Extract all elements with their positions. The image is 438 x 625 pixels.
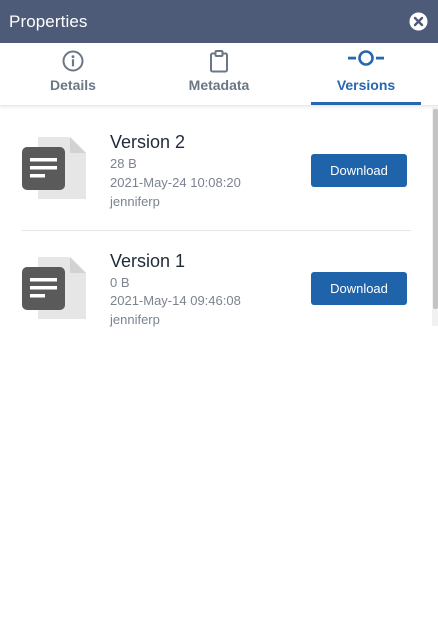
version-date: 2021-May-14 09:46:08	[110, 293, 241, 308]
text-file-icon	[22, 137, 86, 199]
tab-bar: Details Metadata Versions	[0, 43, 438, 106]
version-user: jenniferp	[110, 312, 160, 327]
title-bar: Properties	[0, 0, 438, 43]
version-size: 0 B	[110, 275, 130, 290]
download-button[interactable]: Download	[311, 272, 407, 305]
text-file-icon	[22, 257, 86, 319]
version-date: 2021-May-24 10:08:20	[110, 175, 241, 190]
tab-details[interactable]: Details	[18, 43, 128, 106]
version-history-icon	[348, 50, 384, 66]
tab-metadata[interactable]: Metadata	[164, 43, 274, 106]
close-icon[interactable]	[409, 12, 428, 31]
tab-details-label: Details	[50, 77, 96, 93]
panel-title: Properties	[9, 12, 88, 31]
tab-metadata-label: Metadata	[188, 77, 250, 93]
version-row: Version 2 28 B 2021-May-24 10:08:20 jenn…	[22, 111, 411, 229]
tab-versions-label: Versions	[336, 77, 396, 93]
version-size: 28 B	[110, 156, 137, 171]
version-row: Version 1 0 B 2021-May-14 09:46:08 jenni…	[22, 230, 411, 348]
version-name: Version 2	[110, 132, 186, 152]
properties-panel: Properties Details Metadata Versions Ver…	[0, 0, 438, 625]
scrollbar-thumb[interactable]	[433, 109, 438, 309]
download-button[interactable]: Download	[311, 154, 407, 187]
active-tab-indicator	[311, 102, 421, 105]
version-name: Version 1	[110, 251, 186, 271]
info-icon	[62, 50, 84, 72]
scrollbar[interactable]	[432, 107, 438, 326]
clipboard-icon	[210, 50, 228, 73]
version-user: jenniferp	[110, 194, 160, 209]
tab-versions[interactable]: Versions	[311, 43, 421, 106]
